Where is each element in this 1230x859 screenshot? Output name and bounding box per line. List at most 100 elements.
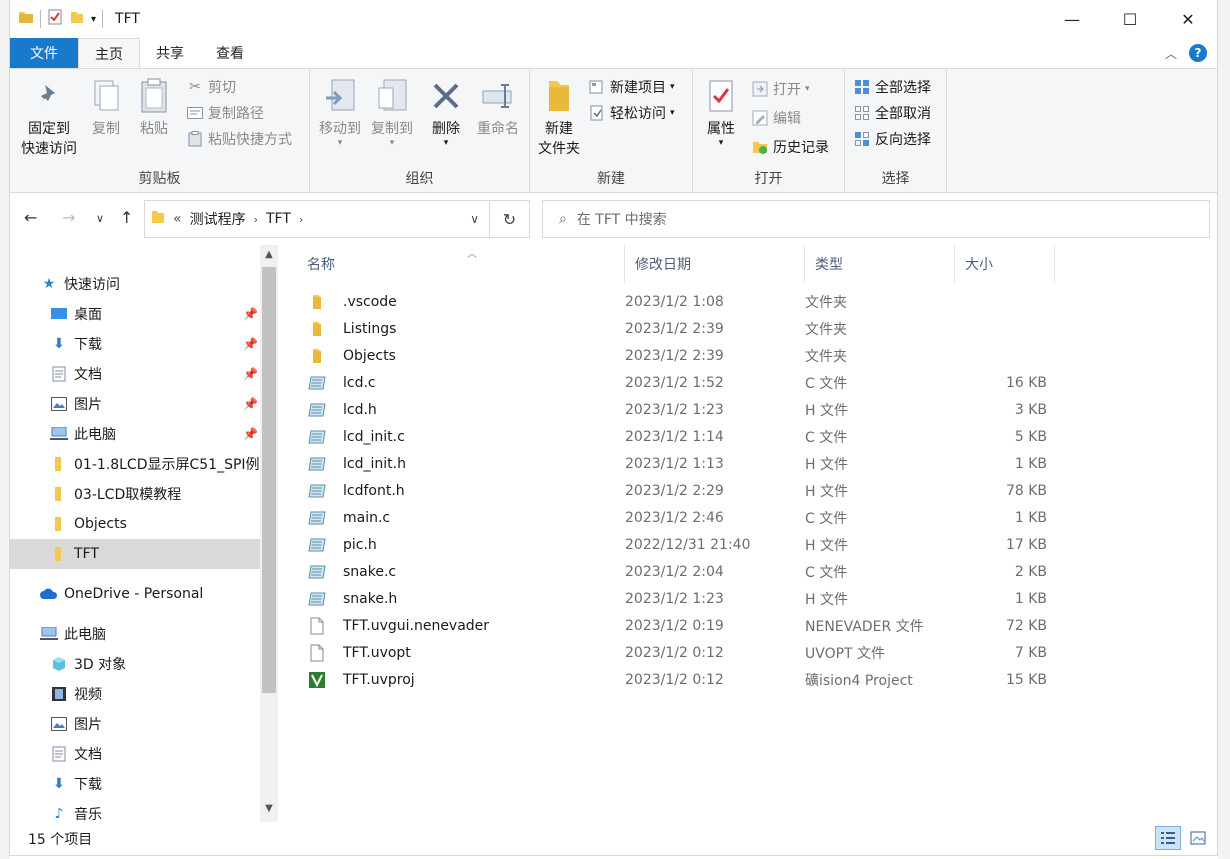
qat-dropdown-icon[interactable]: ▾ — [91, 14, 96, 25]
delete-button[interactable]: 删除 ▾ — [428, 77, 464, 148]
cut-button[interactable]: ✂ 剪切 — [186, 75, 236, 99]
nav-this-pc[interactable]: 此电脑 — [10, 619, 260, 649]
folder-icon — [50, 545, 68, 563]
tab-view[interactable]: 查看 — [200, 38, 260, 68]
properties-button[interactable]: 属性 ▾ — [701, 77, 741, 148]
view-buttons — [1155, 826, 1211, 850]
nav-item-folder-tft[interactable]: TFT — [10, 539, 260, 569]
recent-locations-chevron-icon[interactable]: ∨ — [96, 212, 104, 225]
file-row[interactable]: lcd_init.c 2023/1/2 1:14 C 文件 5 KB — [307, 423, 1047, 450]
nav-item-music[interactable]: ♪ 音乐 — [10, 799, 260, 822]
invert-selection-button[interactable]: 反向选择 — [853, 127, 931, 151]
breadcrumb-overflow[interactable]: « — [173, 211, 182, 227]
nav-onedrive[interactable]: OneDrive - Personal — [10, 579, 260, 609]
breadcrumb-chevron-icon[interactable]: › — [254, 213, 258, 226]
select-all-button[interactable]: 全部选择 — [853, 75, 931, 99]
nav-scrollbar-thumb[interactable] — [262, 267, 276, 693]
scroll-down-arrow-icon[interactable]: ▼ — [260, 803, 278, 814]
new-item-button[interactable]: 新建项目 ▾ — [588, 75, 675, 99]
pin-quick-access-button[interactable]: 固定到 快速访问 — [18, 77, 80, 159]
file-type: H 文件 — [805, 591, 848, 608]
tab-home[interactable]: 主页 — [78, 38, 140, 69]
nav-item-folder-lcd-tutorial[interactable]: 03-LCD取模教程 — [10, 479, 260, 509]
chevron-up-icon[interactable]: ︿ — [1165, 45, 1177, 62]
pin-icon[interactable]: 📌 — [243, 307, 258, 321]
breadcrumb-tft[interactable]: TFT — [266, 211, 291, 227]
details-view-icon[interactable] — [1155, 826, 1181, 850]
up-arrow-icon[interactable]: ↑ — [120, 208, 133, 227]
open-button[interactable]: 打开 ▾ — [751, 77, 810, 101]
file-row[interactable]: lcd.c 2023/1/2 1:52 C 文件 16 KB — [307, 369, 1047, 396]
file-row[interactable]: Objects 2023/1/2 2:39 文件夹 — [307, 342, 1047, 369]
address-bar[interactable]: « 测试程序 › TFT › ∨ — [144, 200, 490, 238]
new-folder-qat-icon[interactable] — [69, 9, 85, 29]
nav-item-downloads[interactable]: ⬇ 下载 📌 — [10, 329, 260, 359]
file-row[interactable]: snake.c 2023/1/2 2:04 C 文件 2 KB — [307, 558, 1047, 585]
file-row[interactable]: Listings 2023/1/2 2:39 文件夹 — [307, 315, 1047, 342]
copy-button[interactable]: 复制 — [88, 77, 124, 139]
scroll-up-arrow-icon[interactable]: ▲ — [260, 249, 278, 260]
nav-scrollbar[interactable]: ▲ ▼ — [260, 245, 278, 822]
file-row[interactable]: TFT.uvproj 2023/1/2 0:12 礦ision4 Project 15… — [307, 666, 1047, 693]
tab-share[interactable]: 共享 — [140, 38, 200, 68]
refresh-button[interactable]: ↻ — [490, 200, 530, 238]
file-row[interactable]: lcdfont.h 2023/1/2 2:29 H 文件 78 KB — [307, 477, 1047, 504]
column-header-date[interactable]: 修改日期 — [625, 245, 805, 283]
file-row[interactable]: TFT.uvopt 2023/1/2 0:12 UVOPT 文件 7 KB — [307, 639, 1047, 666]
paste-button[interactable]: 粘贴 — [136, 77, 172, 139]
file-row[interactable]: main.c 2023/1/2 2:46 C 文件 1 KB — [307, 504, 1047, 531]
nav-item-3d-objects[interactable]: 3D 对象 — [10, 649, 260, 679]
nav-item-pictures[interactable]: 图片 📌 — [10, 389, 260, 419]
nav-quick-access[interactable]: ★ 快速访问 — [10, 269, 260, 299]
copy-to-button[interactable]: 复制到 ▾ — [368, 77, 416, 148]
copy-to-dropdown-icon: ▾ — [389, 138, 395, 148]
file-date: 2023/1/2 2:04 — [625, 563, 724, 580]
column-header-name[interactable]: 名称 — [297, 245, 625, 283]
pin-icon[interactable]: 📌 — [243, 367, 258, 381]
maximize-button[interactable]: ☐ — [1101, 0, 1159, 38]
column-header-size[interactable]: 大小 — [955, 245, 1055, 283]
nav-item-this-pc-pinned[interactable]: 此电脑 📌 — [10, 419, 260, 449]
breadcrumb-test-programs[interactable]: 测试程序 — [190, 209, 246, 229]
file-row[interactable]: .vscode 2023/1/2 1:08 文件夹 — [307, 288, 1047, 315]
minimize-button[interactable]: — — [1043, 0, 1101, 38]
pin-icon[interactable]: 📌 — [243, 337, 258, 351]
rename-button[interactable]: 重命名 — [472, 77, 524, 139]
move-to-button[interactable]: 移动到 ▾ — [316, 77, 364, 148]
search-box[interactable]: ⌕ 在 TFT 中搜索 — [542, 200, 1210, 238]
nav-item-documents[interactable]: 文档 📌 — [10, 359, 260, 389]
file-row[interactable]: lcd.h 2023/1/2 1:23 H 文件 3 KB — [307, 396, 1047, 423]
back-arrow-icon[interactable]: ← — [24, 208, 37, 227]
paste-shortcut-button[interactable]: 粘贴快捷方式 — [186, 127, 292, 151]
copy-path-button[interactable]: 复制路径 — [186, 101, 264, 125]
tab-file[interactable]: 文件 — [10, 38, 78, 68]
nav-item-desktop[interactable]: 桌面 📌 — [10, 299, 260, 329]
file-row[interactable]: snake.h 2023/1/2 1:23 H 文件 1 KB — [307, 585, 1047, 612]
nav-item-pc-pictures[interactable]: 图片 — [10, 709, 260, 739]
nav-item-videos[interactable]: 视频 — [10, 679, 260, 709]
easy-access-button[interactable]: 轻松访问 ▾ — [588, 101, 675, 125]
address-dropdown-icon[interactable]: ∨ — [470, 212, 479, 226]
edit-button[interactable]: 编辑 — [751, 106, 801, 130]
nav-item-folder-lcd-example[interactable]: 01-1.8LCD显示屏C51_SPI例 — [10, 449, 260, 479]
copy-icon — [89, 77, 123, 115]
breadcrumb-chevron-icon[interactable]: › — [299, 213, 303, 226]
forward-arrow-icon[interactable]: → — [62, 208, 75, 227]
file-row[interactable]: lcd_init.h 2023/1/2 1:13 H 文件 1 KB — [307, 450, 1047, 477]
file-row[interactable]: TFT.uvgui.nenevader 2023/1/2 0:19 NENEVADE… — [307, 612, 1047, 639]
nav-item-folder-objects[interactable]: Objects — [10, 509, 260, 539]
pin-icon[interactable]: 📌 — [243, 397, 258, 411]
history-button[interactable]: 历史记录 — [751, 135, 829, 159]
file-size: 16 KB — [1005, 374, 1047, 391]
column-header-type[interactable]: 类型 — [805, 245, 955, 283]
help-icon[interactable]: ? — [1189, 44, 1207, 62]
new-folder-button[interactable]: 新建 文件夹 — [534, 77, 584, 159]
nav-item-pc-downloads[interactable]: ⬇ 下载 — [10, 769, 260, 799]
file-row[interactable]: pic.h 2022/12/31 21:40 H 文件 17 KB — [307, 531, 1047, 558]
nav-item-pc-documents[interactable]: 文档 — [10, 739, 260, 769]
large-icons-view-icon[interactable] — [1185, 826, 1211, 850]
properties-qat-icon[interactable] — [47, 9, 63, 29]
select-none-button[interactable]: 全部取消 — [853, 101, 931, 125]
pin-icon[interactable]: 📌 — [243, 427, 258, 441]
close-button[interactable]: ✕ — [1159, 0, 1217, 38]
